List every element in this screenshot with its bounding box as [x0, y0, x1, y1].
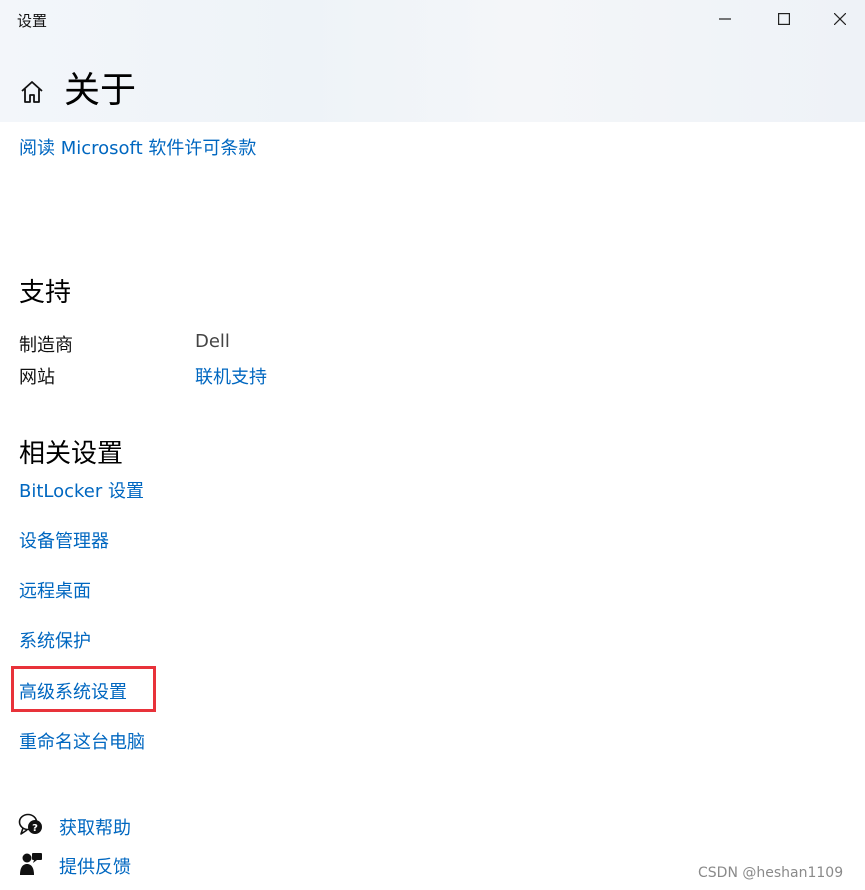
maximize-button[interactable]	[755, 0, 813, 38]
minimize-icon	[719, 18, 731, 20]
license-terms-link[interactable]: 阅读 Microsoft 软件许可条款	[19, 134, 256, 160]
system-protection-link[interactable]: 系统保护	[19, 627, 91, 653]
remote-desktop-link[interactable]: 远程桌面	[19, 577, 91, 603]
manufacturer-value: Dell	[195, 331, 230, 352]
window-title: 设置	[17, 12, 48, 30]
maximize-icon	[778, 13, 790, 25]
home-icon[interactable]	[18, 78, 46, 106]
bitlocker-settings-link[interactable]: BitLocker 设置	[19, 477, 144, 503]
close-button[interactable]	[814, 0, 865, 38]
support-section-title: 支持	[19, 278, 72, 308]
related-settings-title: 相关设置	[19, 439, 124, 469]
device-manager-link[interactable]: 设备管理器	[19, 527, 109, 553]
website-label: 网站	[19, 367, 55, 388]
give-feedback-link[interactable]: 提供反馈	[59, 853, 131, 879]
page-title: 关于	[64, 70, 137, 111]
get-help-link[interactable]: 获取帮助	[59, 814, 131, 840]
header: 设置 关于	[0, 0, 865, 122]
manufacturer-label: 制造商	[19, 335, 73, 356]
watermark: CSDN @heshan1109	[698, 865, 844, 881]
rename-pc-link[interactable]: 重命名这台电脑	[19, 728, 145, 754]
svg-text:?: ?	[32, 823, 38, 834]
feedback-icon	[20, 853, 42, 875]
settings-window: 设置 关于 阅读 Microsoft 软件许可条款 支持 制造商 Dell 网站…	[0, 0, 865, 890]
minimize-button[interactable]	[696, 0, 754, 38]
help-icon: ?	[18, 813, 42, 835]
close-icon	[833, 13, 846, 25]
online-support-link[interactable]: 联机支持	[195, 363, 267, 389]
highlight-box	[11, 666, 156, 712]
